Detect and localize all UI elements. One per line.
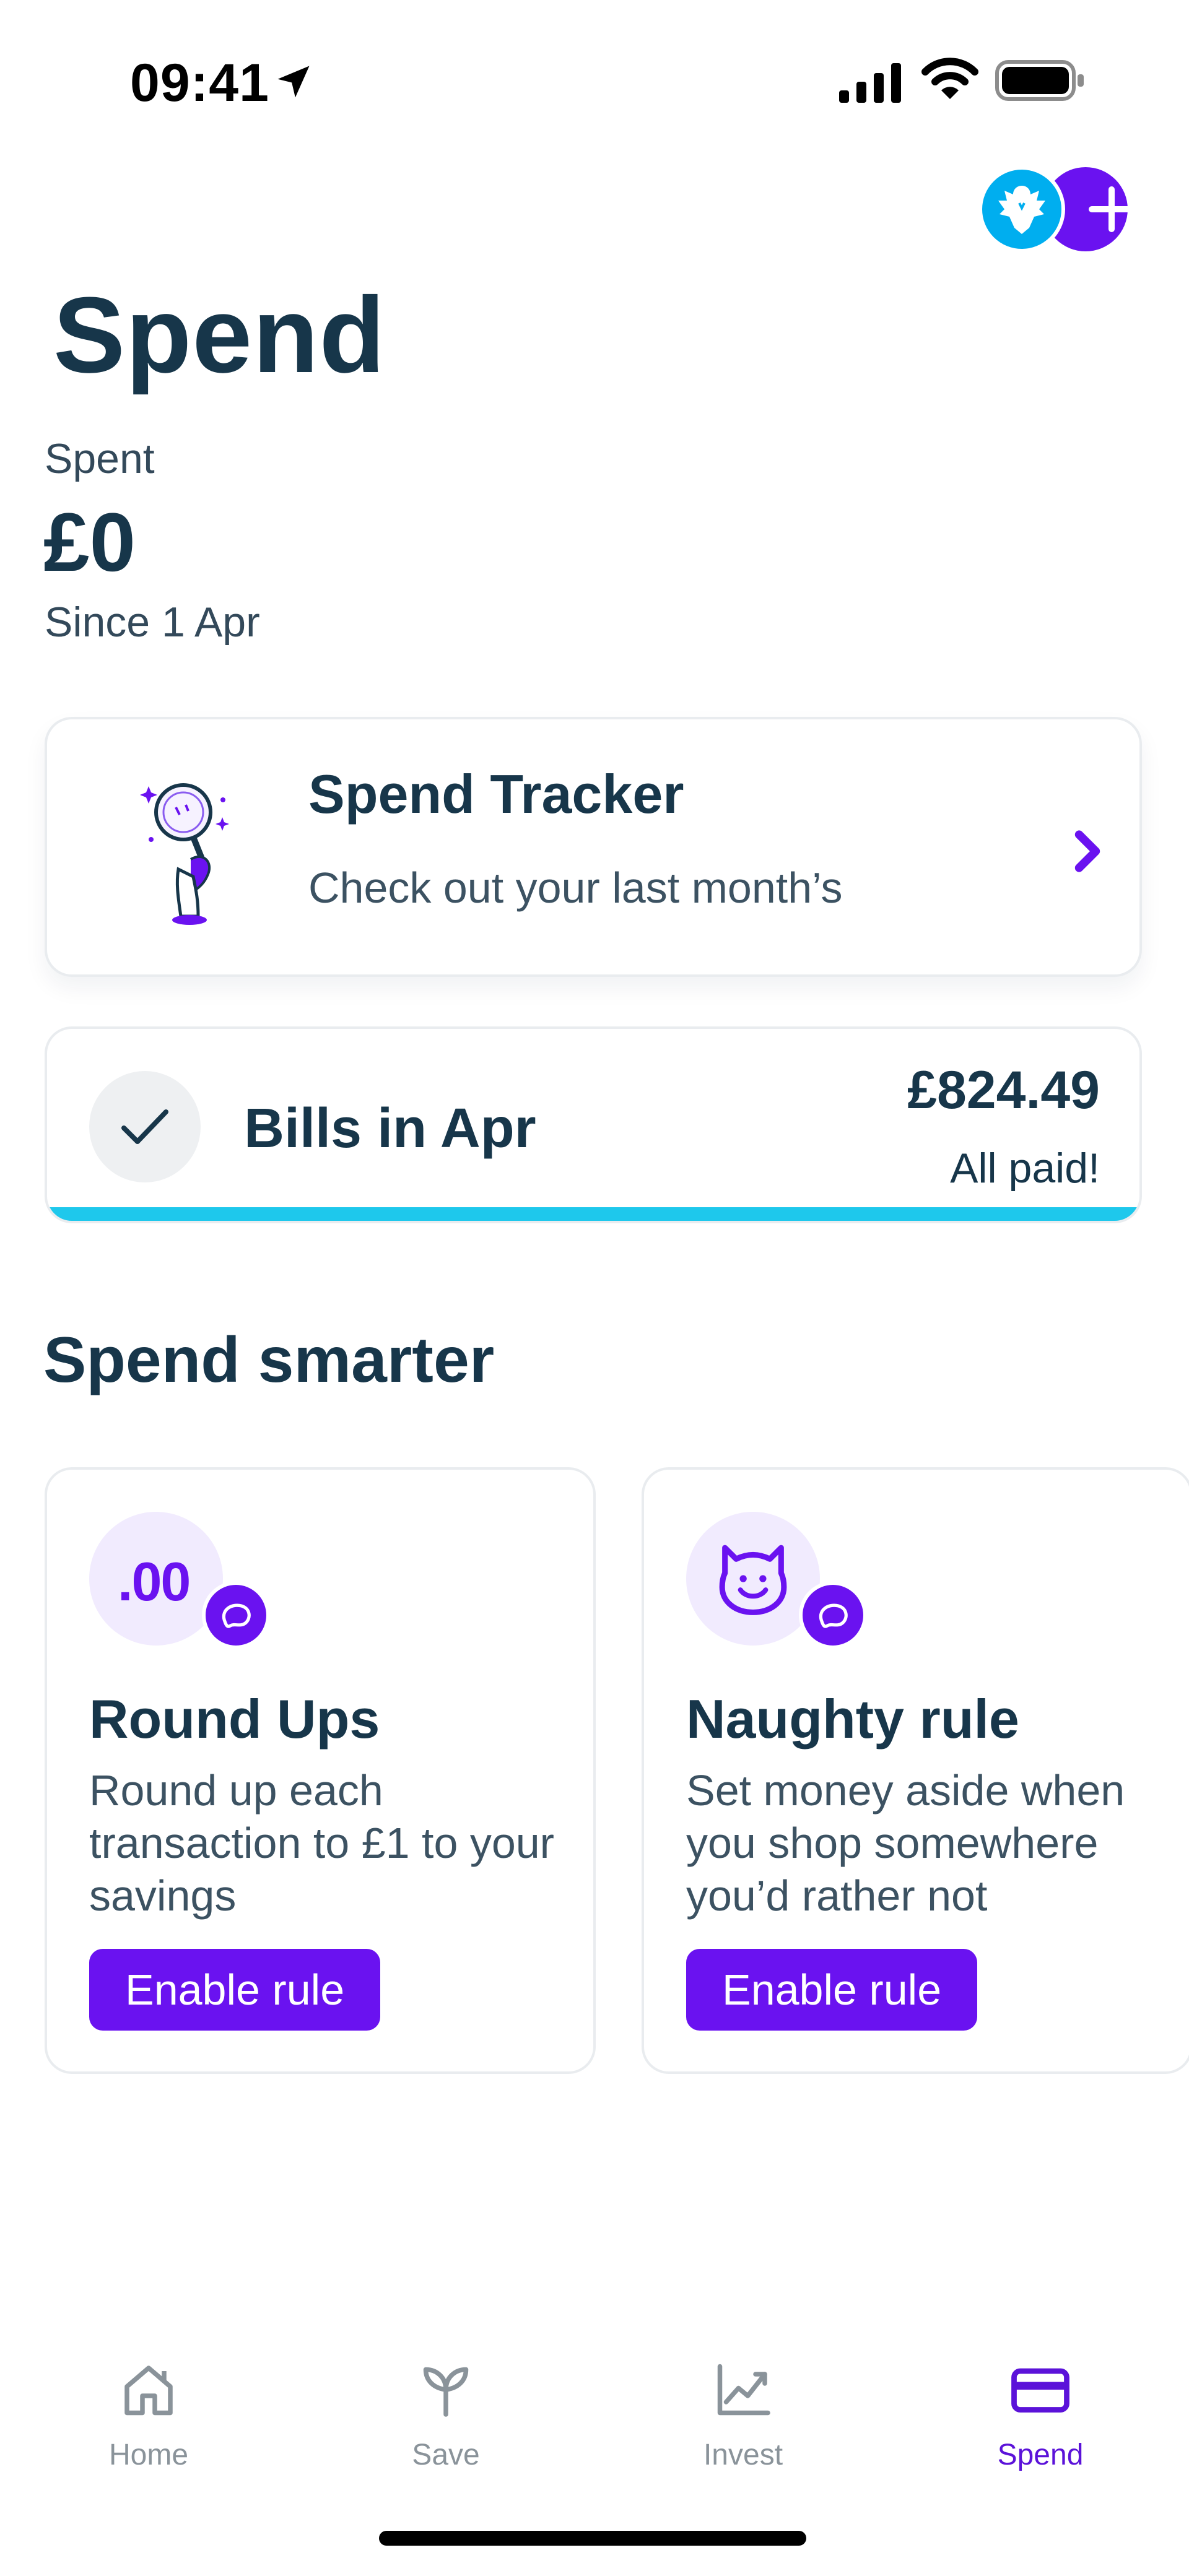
spend-tracker-subtitle: Check out your last month’s	[308, 864, 843, 912]
chevron-right-icon	[1074, 830, 1100, 872]
tab-save[interactable]: Save	[297, 2340, 594, 2489]
naughty-rule-title: Naughty rule	[686, 1688, 1019, 1750]
spend-smarter-heading: Spend smarter	[43, 1324, 495, 1396]
round-ups-icon-text: .00	[118, 1551, 191, 1612]
tab-save-label: Save	[412, 2439, 480, 2471]
bean-icon	[819, 1603, 848, 1628]
magnifying-glass-illustration	[140, 783, 229, 925]
spent-amount: £0	[43, 497, 136, 589]
plus-icon	[1089, 186, 1135, 232]
naughty-rule-enable-button[interactable]: Enable rule	[686, 1949, 978, 2031]
tab-spend[interactable]: Spend	[892, 2340, 1189, 2489]
bills-status: All paid!	[950, 1145, 1100, 1192]
barclays-eagle-icon	[998, 186, 1045, 234]
round-ups-card[interactable]: .00 Round Ups Round up each transaction …	[45, 1467, 596, 2074]
round-ups-enable-button[interactable]: Enable rule	[89, 1949, 381, 2031]
tab-invest[interactable]: Invest	[594, 2340, 892, 2489]
tab-home[interactable]: Home	[0, 2340, 297, 2489]
home-indicator[interactable]	[379, 2531, 806, 2546]
bills-status-circle	[89, 1071, 201, 1182]
tab-invest-label: Invest	[703, 2439, 783, 2471]
page-title: Spend	[53, 274, 386, 395]
bank-avatar[interactable]	[978, 166, 1065, 253]
bills-label: Bills in Apr	[244, 1098, 536, 1160]
tab-spend-label: Spend	[997, 2439, 1084, 2471]
card-icon	[1011, 2368, 1069, 2413]
devil-face-icon	[719, 1545, 787, 1615]
round-ups-title: Round Ups	[89, 1688, 380, 1750]
naughty-rule-description: Set money aside when you shop somewhere …	[686, 1766, 1125, 1920]
chart-line-icon	[717, 2364, 770, 2416]
account-switcher[interactable]	[978, 166, 1135, 253]
spend-tracker-title: Spend Tracker	[308, 763, 684, 825]
battery-icon	[995, 60, 1084, 101]
bills-progress-bar	[47, 1207, 1139, 1221]
wifi-icon	[921, 58, 978, 99]
sprout-icon	[423, 2367, 469, 2417]
status-time: 09:41	[130, 53, 269, 113]
bills-amount: £824.49	[907, 1060, 1100, 1120]
round-ups-description: Round up each transaction to £1 to your …	[89, 1766, 554, 1920]
status-bar: 09:41	[0, 0, 1189, 161]
naughty-rule-card[interactable]: Naughty rule Set money aside when you sh…	[642, 1467, 1189, 2074]
spent-label: Spent	[45, 435, 155, 482]
rule-badge	[799, 1581, 867, 1649]
checkmark-icon	[121, 1109, 168, 1144]
bills-progress-fill	[47, 1207, 1139, 1221]
rule-badge	[202, 1581, 270, 1649]
bean-icon	[222, 1603, 251, 1628]
spent-period: Since 1 Apr	[45, 599, 260, 646]
spend-tracker-card[interactable]: Spend Tracker Check out your last month’…	[45, 717, 1142, 977]
cellular-signal-icon	[839, 63, 901, 103]
bottom-tab-bar: Home Save Invest Spend	[0, 2340, 1189, 2489]
home-icon	[124, 2366, 173, 2416]
location-arrow-icon	[277, 66, 310, 98]
tab-home-label: Home	[108, 2439, 189, 2471]
bills-card[interactable]: Bills in Apr £824.49 All paid!	[45, 1026, 1142, 1223]
